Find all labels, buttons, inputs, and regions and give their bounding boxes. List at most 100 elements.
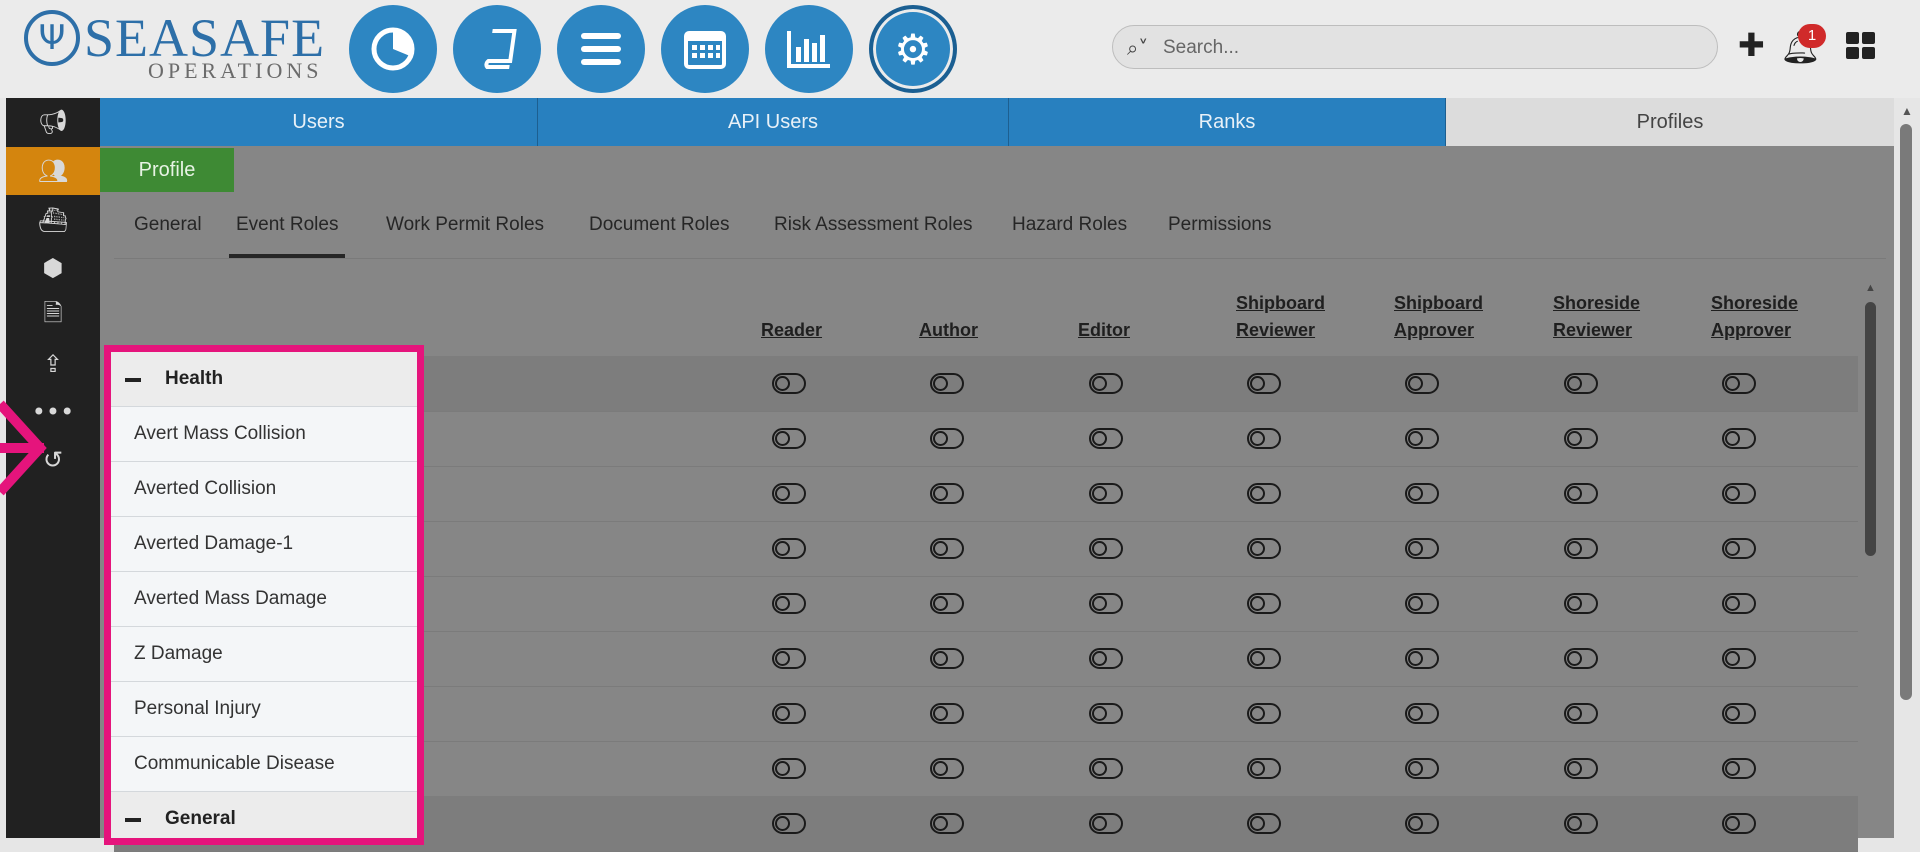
role-toggle-author[interactable]: [930, 648, 964, 669]
role-toggle-reader[interactable]: [772, 758, 806, 779]
role-toggle-author[interactable]: [930, 813, 964, 834]
role-toggle-shipboard-reviewer[interactable]: [1247, 483, 1281, 504]
search-input[interactable]: [1161, 34, 1685, 62]
column-header-reader[interactable]: Reader: [761, 317, 901, 344]
grid-apps-icon[interactable]: [1846, 32, 1876, 60]
role-toggle-shoreside-reviewer[interactable]: [1564, 648, 1598, 669]
page-scrollbar-thumb[interactable]: [1900, 124, 1912, 700]
group-header[interactable]: General: [111, 792, 417, 838]
search-box[interactable]: ⌕˅: [1112, 25, 1718, 69]
role-toggle-shipboard-reviewer[interactable]: [1247, 593, 1281, 614]
role-toggle-shoreside-approver[interactable]: [1722, 428, 1756, 449]
calendar-button[interactable]: [661, 5, 749, 93]
column-header-author[interactable]: Author: [919, 317, 1059, 344]
column-header-shipboard-approver[interactable]: Shipboard Approver: [1394, 290, 1534, 344]
role-toggle-reader[interactable]: [772, 373, 806, 394]
role-toggle-author[interactable]: [930, 483, 964, 504]
role-toggle-shoreside-reviewer[interactable]: [1564, 758, 1598, 779]
tab-ranks[interactable]: Ranks: [1009, 98, 1446, 146]
role-toggle-shipboard-reviewer[interactable]: [1247, 373, 1281, 394]
role-toggle-editor[interactable]: [1089, 758, 1123, 779]
role-toggle-shipboard-approver[interactable]: [1405, 648, 1439, 669]
role-toggle-author[interactable]: [930, 538, 964, 559]
role-toggle-author[interactable]: [930, 758, 964, 779]
role-toggle-author[interactable]: [930, 428, 964, 449]
role-toggle-shipboard-approver[interactable]: [1405, 483, 1439, 504]
role-toggle-shipboard-reviewer[interactable]: [1247, 648, 1281, 669]
scroll-up-icon[interactable]: ▲: [1865, 282, 1876, 294]
role-toggle-reader[interactable]: [772, 703, 806, 724]
role-toggle-shipboard-reviewer[interactable]: [1247, 758, 1281, 779]
subtab-risk-assessment-roles[interactable]: Risk Assessment Roles: [774, 214, 973, 258]
menu-button[interactable]: [557, 5, 645, 93]
subtab-document-roles[interactable]: Document Roles: [589, 214, 729, 258]
sidebar-item-ships[interactable]: ⛴︎: [6, 196, 100, 244]
role-toggle-author[interactable]: [930, 703, 964, 724]
role-toggle-shoreside-approver[interactable]: [1722, 703, 1756, 724]
table-scrollbar[interactable]: ▲: [1860, 278, 1882, 838]
reports-button[interactable]: [765, 5, 853, 93]
role-toggle-shoreside-reviewer[interactable]: [1564, 593, 1598, 614]
role-toggle-shipboard-approver[interactable]: [1405, 538, 1439, 559]
sidebar-item-upload[interactable]: ⇪: [6, 340, 100, 388]
sidebar-item-announcements[interactable]: 📢︎: [6, 98, 100, 146]
column-header-shoreside-reviewer[interactable]: Shoreside Reviewer: [1553, 290, 1693, 344]
subtab-general[interactable]: General: [134, 214, 202, 258]
role-toggle-shoreside-approver[interactable]: [1722, 483, 1756, 504]
subtab-event-roles[interactable]: Event Roles: [229, 214, 346, 258]
role-toggle-shipboard-approver[interactable]: [1405, 428, 1439, 449]
role-toggle-shipboard-approver[interactable]: [1405, 593, 1439, 614]
role-toggle-reader[interactable]: [772, 483, 806, 504]
role-toggle-author[interactable]: [930, 593, 964, 614]
role-toggle-shipboard-approver[interactable]: [1405, 813, 1439, 834]
table-scrollbar-thumb[interactable]: [1865, 302, 1876, 556]
role-toggle-shipboard-approver[interactable]: [1405, 373, 1439, 394]
role-toggle-shipboard-reviewer[interactable]: [1247, 428, 1281, 449]
collapse-icon[interactable]: [125, 378, 141, 382]
subtab-permissions[interactable]: Permissions: [1168, 214, 1271, 258]
add-icon[interactable]: ✚: [1738, 26, 1765, 64]
role-toggle-shoreside-reviewer[interactable]: [1564, 703, 1598, 724]
role-toggle-shoreside-approver[interactable]: [1722, 373, 1756, 394]
documents-button[interactable]: [453, 5, 541, 93]
column-header-editor[interactable]: Editor: [1078, 317, 1218, 344]
role-toggle-shoreside-reviewer[interactable]: [1564, 813, 1598, 834]
profile-tab[interactable]: Profile: [100, 148, 234, 192]
role-toggle-shoreside-approver[interactable]: [1722, 758, 1756, 779]
role-toggle-shoreside-reviewer[interactable]: [1564, 428, 1598, 449]
column-header-shipboard-reviewer[interactable]: Shipboard Reviewer: [1236, 290, 1376, 344]
column-header-shoreside-approver[interactable]: Shoreside Approver: [1711, 290, 1851, 344]
role-toggle-shipboard-approver[interactable]: [1405, 703, 1439, 724]
role-toggle-editor[interactable]: [1089, 428, 1123, 449]
role-toggle-editor[interactable]: [1089, 538, 1123, 559]
collapse-icon[interactable]: [125, 818, 141, 822]
role-toggle-reader[interactable]: [772, 538, 806, 559]
tab-users[interactable]: Users: [100, 98, 538, 146]
role-toggle-shoreside-reviewer[interactable]: [1564, 483, 1598, 504]
role-toggle-editor[interactable]: [1089, 373, 1123, 394]
tab-api-users[interactable]: API Users: [538, 98, 1009, 146]
scroll-up-icon[interactable]: ▲: [1901, 104, 1913, 118]
role-toggle-shoreside-approver[interactable]: [1722, 648, 1756, 669]
subtab-work-permit-roles[interactable]: Work Permit Roles: [386, 214, 544, 258]
role-toggle-shipboard-reviewer[interactable]: [1247, 703, 1281, 724]
role-toggle-reader[interactable]: [772, 428, 806, 449]
role-toggle-editor[interactable]: [1089, 593, 1123, 614]
sidebar-item-modules[interactable]: ⬢: [6, 244, 100, 292]
role-toggle-shipboard-reviewer[interactable]: [1247, 538, 1281, 559]
role-toggle-shoreside-reviewer[interactable]: [1564, 538, 1598, 559]
seasafe-logo[interactable]: Ψ SEASAFE OPERATIONS: [24, 8, 324, 86]
role-toggle-reader[interactable]: [772, 593, 806, 614]
settings-button[interactable]: ⚙: [869, 5, 957, 93]
role-toggle-shipboard-reviewer[interactable]: [1247, 813, 1281, 834]
sidebar-item-users[interactable]: 👥︎: [6, 147, 100, 195]
dashboard-button[interactable]: [349, 5, 437, 93]
role-toggle-reader[interactable]: [772, 813, 806, 834]
page-scrollbar[interactable]: ▲: [1894, 98, 1920, 838]
role-toggle-author[interactable]: [930, 373, 964, 394]
role-toggle-editor[interactable]: [1089, 813, 1123, 834]
role-toggle-shipboard-approver[interactable]: [1405, 758, 1439, 779]
sidebar-item-documents[interactable]: 🗎︎: [6, 292, 100, 340]
role-toggle-editor[interactable]: [1089, 648, 1123, 669]
role-toggle-editor[interactable]: [1089, 483, 1123, 504]
